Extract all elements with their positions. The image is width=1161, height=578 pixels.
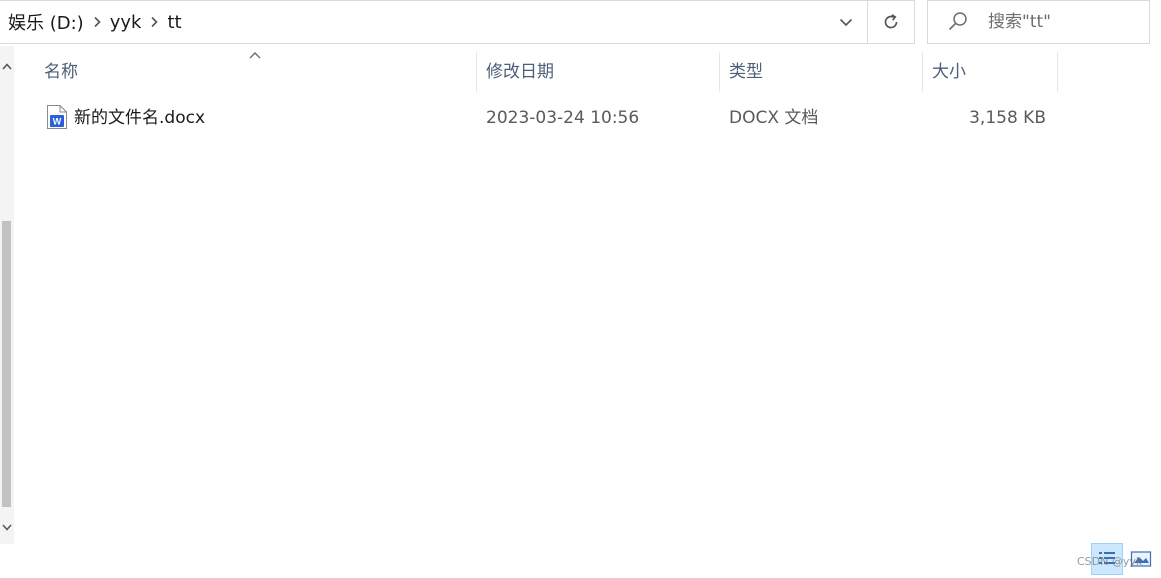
- chevron-right-icon[interactable]: [86, 1, 108, 43]
- search-placeholder: 搜索"tt": [988, 12, 1051, 32]
- chevron-right-icon[interactable]: [143, 1, 165, 43]
- column-header-type[interactable]: 类型: [729, 52, 919, 92]
- breadcrumb: 娱乐 (D:) yyk tt: [6, 1, 184, 43]
- svg-text:W: W: [53, 117, 62, 127]
- refresh-icon: [884, 14, 898, 29]
- search-icon: [948, 12, 967, 31]
- address-bar[interactable]: 娱乐 (D:) yyk tt: [0, 0, 868, 44]
- column-divider[interactable]: [719, 52, 720, 92]
- column-header-size[interactable]: 大小: [932, 52, 1052, 92]
- chevron-down-icon: [839, 18, 852, 26]
- watermark-text: CSDN @yyk: [1077, 555, 1143, 568]
- vertical-scrollbar[interactable]: [0, 46, 14, 544]
- file-size: 3,158 KB: [969, 108, 1046, 128]
- address-history-dropdown-button[interactable]: [824, 1, 867, 43]
- scrollbar-thumb[interactable]: [2, 221, 11, 507]
- breadcrumb-item-drive[interactable]: 娱乐 (D:): [6, 9, 86, 35]
- column-divider[interactable]: [922, 52, 923, 92]
- column-header-name[interactable]: 名称: [44, 52, 474, 92]
- column-divider[interactable]: [1057, 52, 1058, 92]
- breadcrumb-item-tt[interactable]: tt: [165, 12, 183, 33]
- file-date-modified: 2023-03-24 10:56: [486, 108, 640, 128]
- column-divider[interactable]: [476, 52, 477, 92]
- file-type: DOCX 文档: [729, 108, 819, 128]
- search-input[interactable]: 搜索"tt": [927, 0, 1150, 44]
- scroll-up-arrow-icon[interactable]: [0, 60, 14, 74]
- column-header-date-modified[interactable]: 修改日期: [486, 52, 716, 92]
- breadcrumb-item-yyk[interactable]: yyk: [108, 12, 144, 33]
- refresh-button[interactable]: [868, 0, 915, 44]
- scroll-down-arrow-icon[interactable]: [0, 520, 14, 534]
- file-list-item[interactable]: W 新的文件名.docx 2023-03-24 10:56 DOCX 文档 3,…: [30, 99, 1058, 137]
- word-document-icon: W: [47, 105, 67, 129]
- file-name: 新的文件名.docx: [74, 108, 206, 128]
